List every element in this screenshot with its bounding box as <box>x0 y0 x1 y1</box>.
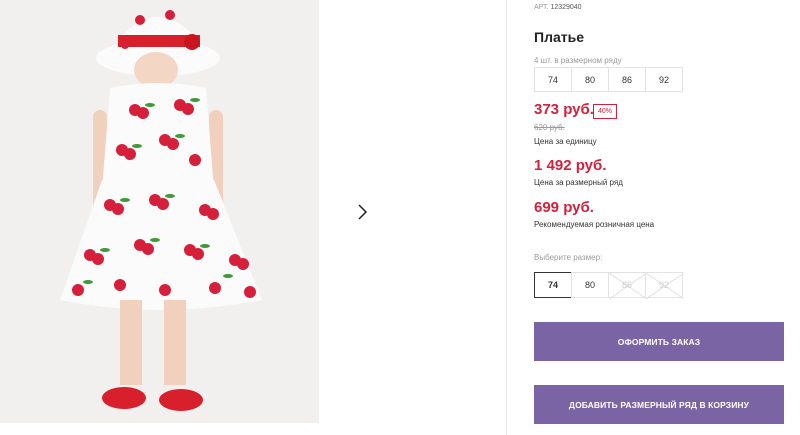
size-range-cell: 74 <box>534 67 572 92</box>
sizes-note: 4 шт. в размерном ряду <box>534 56 622 65</box>
size-range-cell: 86 <box>608 67 646 92</box>
product-photo[interactable] <box>0 0 319 423</box>
product-title: Платье <box>534 29 584 45</box>
size-picker-label: Выберите размер: <box>534 253 603 262</box>
size-option-74[interactable]: 74 <box>534 272 572 298</box>
range-price-label: Цена за размерный ряд <box>534 178 623 187</box>
discount-badge: 40% <box>593 104 618 119</box>
product-gallery <box>0 0 506 435</box>
size-range-row: 74 80 86 92 <box>534 67 683 92</box>
size-range-cell: 80 <box>571 67 609 92</box>
panel-divider <box>506 0 507 435</box>
range-price: 1 492 руб. <box>534 157 607 174</box>
size-option-label: 92 <box>658 280 669 290</box>
next-image-button[interactable] <box>342 192 382 232</box>
retail-price-label: Рекомендуемая розничная цена <box>534 220 655 229</box>
article-label: АРТ. <box>534 4 549 11</box>
size-option-80[interactable]: 80 <box>571 272 609 298</box>
retail-price: 699 руб. <box>534 199 594 216</box>
size-option-label: 86 <box>621 280 632 290</box>
unit-price-label: Цена за единицу <box>534 137 597 146</box>
article-number: 12329040 <box>550 4 582 11</box>
unit-price: 373 руб. <box>534 101 594 118</box>
article-line: АРТ. 12329040 <box>534 4 582 11</box>
old-price: 620 руб. <box>534 123 565 132</box>
size-option-86-unavailable: 86 <box>608 272 647 299</box>
size-range-cell: 92 <box>645 67 683 92</box>
size-option-92-unavailable: 92 <box>645 272 684 299</box>
chevron-right-icon <box>358 204 368 220</box>
checkout-button[interactable]: ОФОРМИТЬ ЗАКАЗ <box>534 322 784 361</box>
add-size-range-to-cart-button[interactable]: ДОБАВИТЬ РАЗМЕРНЫЙ РЯД В КОРЗИНУ <box>534 385 784 424</box>
